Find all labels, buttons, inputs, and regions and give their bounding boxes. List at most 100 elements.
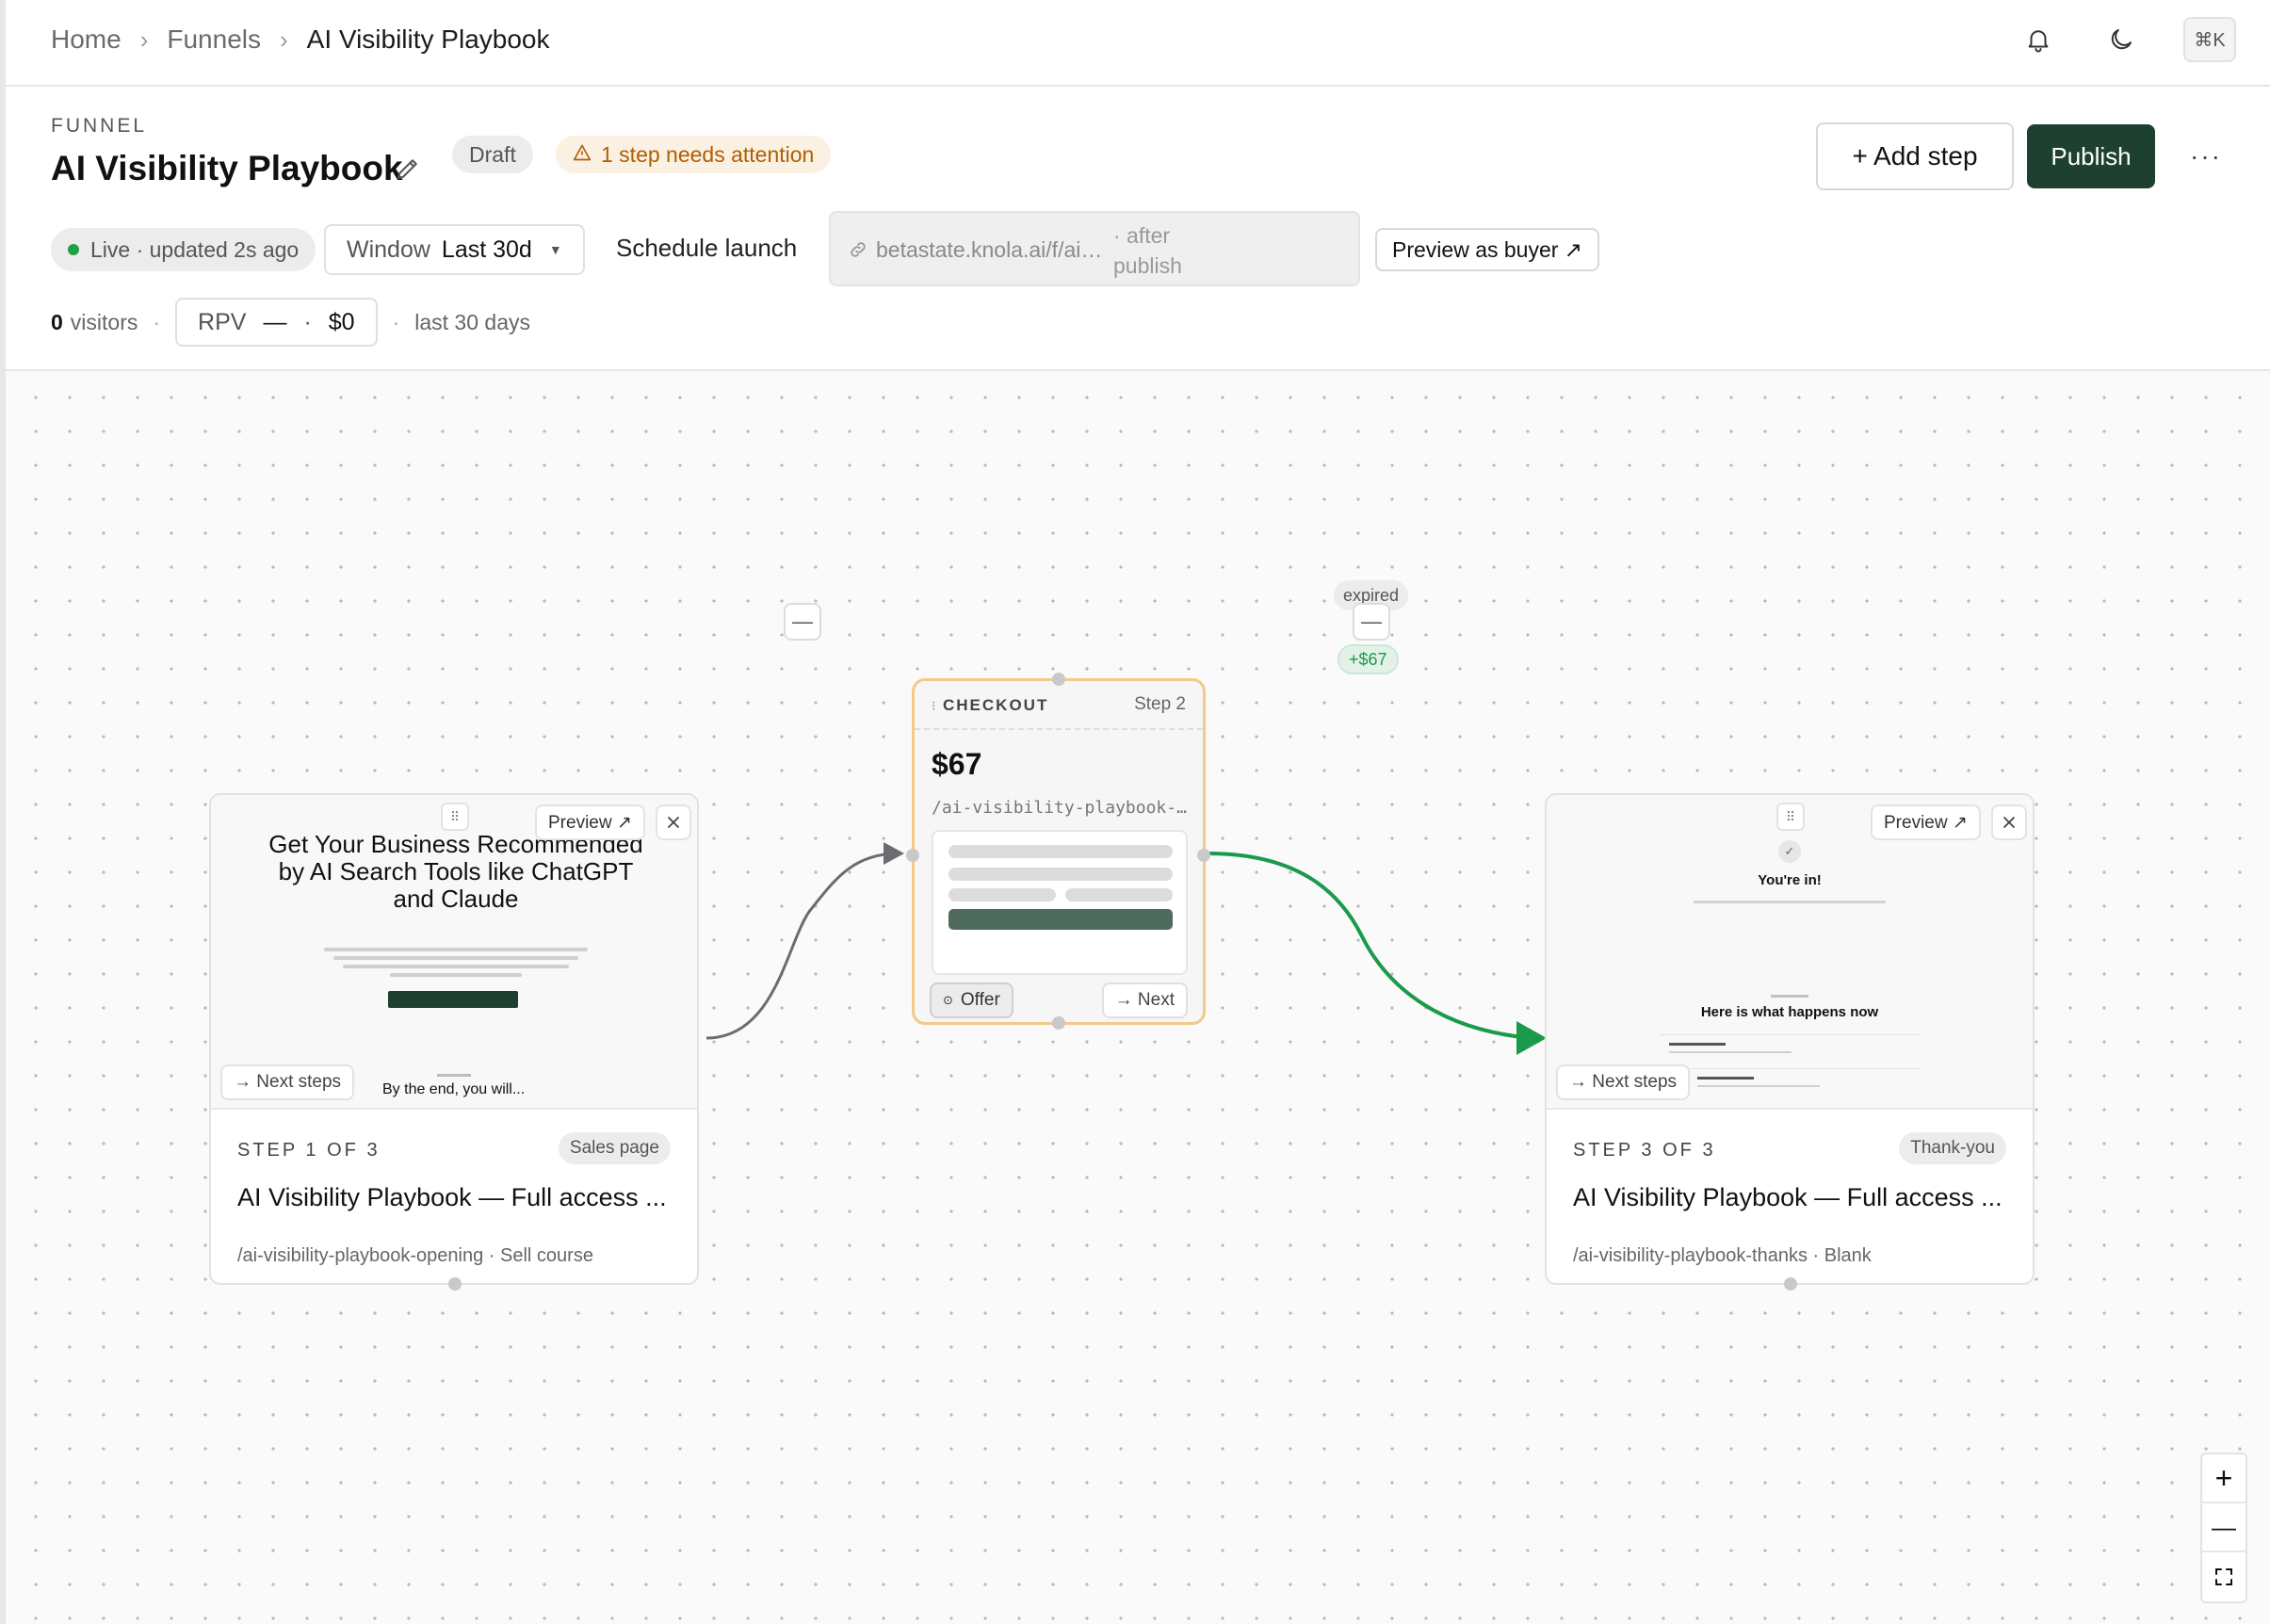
thumb-subtitle-line xyxy=(1694,901,1886,903)
step-number: STEP 3 OF 3 xyxy=(1573,1140,1716,1161)
step-preview-thumbnail: Get Your Business Recommended by AI Sear… xyxy=(211,795,697,1110)
schedule-launch-button[interactable]: Schedule launch xyxy=(616,234,797,263)
checkout-header: ⁝ CHECKOUT Step 2 xyxy=(915,681,1203,730)
separator-dot: · xyxy=(303,308,312,335)
step-type-badge: Sales page xyxy=(558,1132,671,1164)
preview-button[interactable]: Preview ↗ xyxy=(535,804,645,840)
stats-row: 0 visitors · RPV — · $0 · last 30 days xyxy=(51,298,530,347)
connection-port[interactable] xyxy=(1052,1016,1065,1030)
stats-period: last 30 days xyxy=(414,309,530,334)
offer-button[interactable]: ⊙ Offer xyxy=(930,983,1013,1018)
step-number: STEP 1 OF 3 xyxy=(237,1140,381,1161)
breadcrumb-current: AI Visibility Playbook xyxy=(306,24,550,54)
rpv-metric[interactable]: RPV — · $0 xyxy=(175,298,378,347)
zoom-out-button[interactable]: — xyxy=(2202,1503,2246,1552)
breadcrumb: Home › Funnels › AI Visibility Playbook xyxy=(51,24,550,55)
zoom-controls: + — xyxy=(2200,1453,2247,1603)
rpv-value: — xyxy=(263,308,287,335)
connection-port[interactable] xyxy=(448,1277,462,1291)
step-meta: STEP 1 OF 3 Sales page AI Visibility Pla… xyxy=(211,1112,697,1283)
close-icon[interactable] xyxy=(656,804,691,840)
public-url-field[interactable]: betastate.knola.ai/f/ai-visibility-playb… xyxy=(829,211,1360,286)
thumb-eyebrow xyxy=(437,1074,471,1077)
connection-port[interactable] xyxy=(1784,1277,1797,1291)
eyebrow-label: FUNNEL xyxy=(51,115,148,137)
step-slug: /ai-visibility-playbook-opening · Sell c… xyxy=(237,1245,593,1266)
step-card-sales-page[interactable]: Get Your Business Recommended by AI Sear… xyxy=(209,793,699,1291)
public-url-text: betastate.knola.ai/f/ai-visibility-playb… xyxy=(876,237,1110,262)
live-status-text: Live · updated 2s ago xyxy=(90,236,300,262)
more-options-button[interactable]: ··· xyxy=(2183,134,2229,179)
edge-checkout-to-step3 xyxy=(1207,852,1532,1040)
thumb-cta xyxy=(388,991,518,1008)
breadcrumb-funnels[interactable]: Funnels xyxy=(167,24,261,55)
thumb-title: You're in! xyxy=(1758,872,1822,888)
preview-button[interactable]: Preview ↗ xyxy=(1871,804,1981,840)
breadcrumb-home[interactable]: Home xyxy=(51,24,122,55)
checkout-price: $67 xyxy=(932,747,982,781)
zoom-in-button[interactable]: + xyxy=(2202,1454,2246,1503)
separator-dot: · xyxy=(153,309,161,334)
url-note: · after publish xyxy=(1113,223,1182,278)
window-select-label: Window xyxy=(347,235,430,263)
funnel-editor: Home › Funnels › AI Visibility Playbook … xyxy=(0,0,2270,1624)
checkout-slug: /ai-visibility-playbook-checkout xyxy=(932,798,1188,818)
separator-dot: · xyxy=(392,309,400,334)
arrow-head-gray xyxy=(884,842,904,865)
next-steps-button[interactable]: → Next steps xyxy=(1556,1064,1691,1100)
pencil-icon[interactable] xyxy=(394,154,428,188)
flow-canvas[interactable]: — expired — +$67 Get Your Business Recom… xyxy=(6,371,2270,1624)
step-card-thank-you[interactable]: ✓ You're in! Here is what happens now ⠿ … xyxy=(1545,793,2035,1291)
connection-port[interactable] xyxy=(1197,849,1210,862)
step-type-badge: Thank-you xyxy=(1899,1132,2006,1164)
moon-icon[interactable] xyxy=(2100,19,2142,60)
connection-port[interactable] xyxy=(906,849,919,862)
thumb-list-item xyxy=(1660,1034,1920,1063)
thumb-heading: Get Your Business Recommended by AI Sear… xyxy=(268,830,643,913)
window-select[interactable]: Window Last 30d ▼ xyxy=(324,224,585,275)
visitors-count: 0 xyxy=(51,309,63,334)
edge-step1-to-checkout xyxy=(705,852,900,1040)
edge-remove-button[interactable]: — xyxy=(784,603,821,641)
page-title: AI Visibility Playbook xyxy=(51,149,403,187)
attention-badge[interactable]: 1 step needs attention xyxy=(556,136,832,173)
arrow-head-green xyxy=(1516,1021,1547,1055)
command-palette-button[interactable]: ⌘K xyxy=(2183,17,2236,62)
step-preview-thumbnail: ✓ You're in! Here is what happens now ⠿ … xyxy=(1547,795,2033,1110)
add-step-button[interactable]: + Add step xyxy=(1816,122,2014,190)
edge-label-revenue: +$67 xyxy=(1338,644,1399,674)
rpv-label: RPV xyxy=(198,308,247,335)
preview-as-buyer-button[interactable]: Preview as buyer ↗ xyxy=(1375,228,1600,271)
step-meta: STEP 3 OF 3 Thank-you AI Visibility Play… xyxy=(1547,1112,2033,1283)
checkout-step-tag: Step 2 xyxy=(1134,694,1186,714)
thumb-heading: Here is what happens now xyxy=(1700,1004,1879,1020)
thumb-eyebrow xyxy=(1771,995,1808,998)
live-dot-icon xyxy=(68,244,79,255)
bell-icon[interactable] xyxy=(2018,19,2059,60)
caret-down-icon: ▼ xyxy=(548,242,562,257)
next-steps-button[interactable]: → Next steps xyxy=(220,1064,355,1100)
chevron-right-icon: › xyxy=(280,24,288,54)
revenue-value: $0 xyxy=(328,308,355,335)
drag-handle-icon[interactable]: ⠿ xyxy=(441,803,469,831)
live-status-badge: Live · updated 2s ago xyxy=(51,228,316,271)
status-badge-draft: Draft xyxy=(452,136,533,173)
step-card-checkout[interactable]: ⁝ CHECKOUT Step 2 $67 /ai-visibility-pla… xyxy=(906,673,1210,1030)
checkout-preview xyxy=(932,830,1188,975)
chevron-right-icon: › xyxy=(139,24,149,54)
step-slug: /ai-visibility-playbook-thanks · Blank xyxy=(1573,1245,1872,1266)
drag-handle-icon[interactable]: ⠿ xyxy=(1776,803,1805,831)
connection-port[interactable] xyxy=(1052,673,1065,686)
top-bar: Home › Funnels › AI Visibility Playbook … xyxy=(6,0,2270,87)
fit-view-icon[interactable] xyxy=(2202,1552,2246,1601)
grip-icon[interactable]: ⁝ xyxy=(932,698,935,714)
close-icon[interactable] xyxy=(1991,804,2027,840)
step-title: AI Visibility Playbook — Full access ... xyxy=(237,1183,667,1211)
next-button[interactable]: → Next xyxy=(1101,983,1188,1018)
publish-button[interactable]: Publish xyxy=(2027,124,2155,188)
warning-icon xyxy=(573,142,592,168)
edge-remove-button[interactable]: — xyxy=(1353,603,1390,641)
link-icon xyxy=(848,239,870,262)
checkout-pay-button-preview xyxy=(949,909,1173,930)
window-select-value: Last 30d xyxy=(441,235,532,263)
